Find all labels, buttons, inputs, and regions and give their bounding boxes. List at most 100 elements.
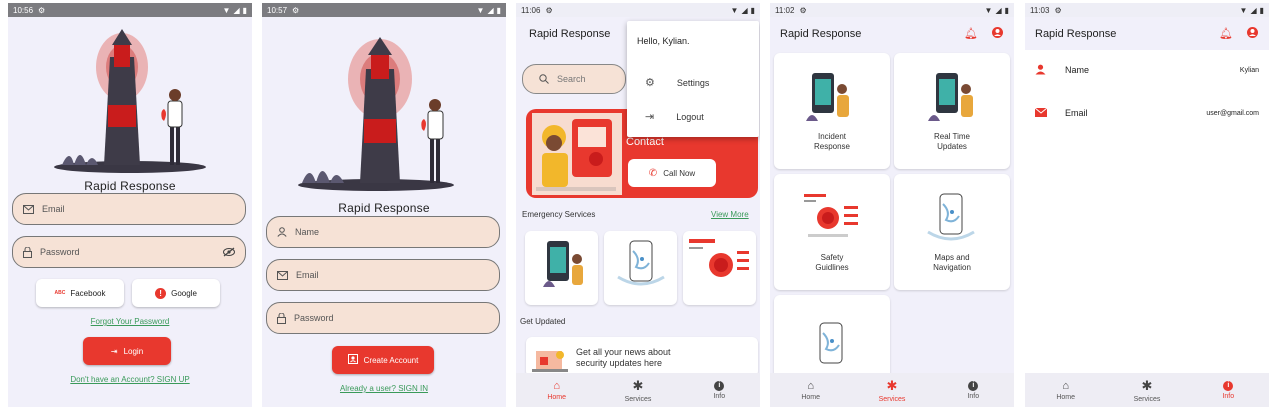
safety-guidelines-illustration — [804, 194, 858, 237]
google-label: Google — [171, 288, 197, 298]
person-icon — [277, 227, 287, 237]
facebook-button[interactable]: ABC Facebook — [36, 279, 124, 307]
call-now-button[interactable]: ✆ Call Now — [628, 159, 716, 187]
tile-incident-response[interactable]: Incident Response — [774, 53, 890, 169]
safety-guidelines-illustration — [689, 239, 749, 277]
bell-icon[interactable]: 🔔︎ — [1219, 27, 1233, 40]
search-placeholder: Search — [557, 74, 586, 84]
home-screen: 11:06 ⚙ ▼ ◢ ▮ Rapid Response Search Contact… — [516, 3, 760, 407]
logout-icon: ⇥ — [645, 111, 655, 123]
profile-email-value: user@gmail.com — [1206, 109, 1259, 117]
search-input[interactable]: Search — [522, 64, 626, 94]
menu-item-logout[interactable]: ⇥ Logout — [645, 110, 704, 123]
gear-icon: ⚙ — [38, 5, 46, 15]
status-time: 10:56 — [13, 5, 34, 15]
email-field[interactable]: Email — [12, 193, 246, 225]
profile-email-label: Email — [1065, 108, 1088, 118]
profile-menu: Hello, Kylian. ⚙ Settings ⇥ Logout — [627, 21, 759, 137]
phone-icon: ✆ — [648, 167, 658, 179]
menu-item-settings[interactable]: ⚙ Settings — [645, 76, 709, 89]
visibility-off-icon[interactable] — [223, 247, 235, 257]
status-bar: 11:06 ⚙ ▼ ◢ ▮ — [516, 3, 760, 17]
gear-icon: ⚙ — [545, 5, 553, 15]
account-icon[interactable] — [992, 27, 1003, 38]
nav-home[interactable]: ⌂ Home — [527, 380, 587, 401]
nav-services[interactable]: ✱ Services — [608, 378, 668, 403]
gear-icon: ⚙ — [292, 5, 300, 15]
battery-icon: ▮ — [1004, 5, 1009, 15]
wifi-icon: ▼ — [222, 5, 231, 15]
lock-icon — [23, 246, 32, 258]
nav-services[interactable]: ✱ Services — [862, 378, 922, 403]
tile-maps-navigation[interactable]: Maps and Navigation — [894, 174, 1010, 290]
nav-info-label: Info — [1222, 392, 1235, 400]
profile-email-row: Email user@gmail.com — [1025, 98, 1269, 128]
service-card[interactable] — [525, 231, 598, 305]
name-field[interactable]: Name — [266, 216, 500, 248]
service-card[interactable] — [683, 231, 756, 305]
facebook-label: Facebook — [70, 288, 106, 298]
email-placeholder: Email — [42, 204, 65, 214]
status-time: 11:02 — [775, 5, 795, 15]
nav-services-label: Services — [878, 395, 906, 403]
news-card[interactable]: Get all your news about security updates… — [526, 337, 758, 377]
profile-name-value: Kylian — [1239, 66, 1259, 74]
news-text-line1: Get all your news about — [576, 347, 671, 357]
wifi-icon: ▼ — [1239, 5, 1248, 15]
profile-name-label: Name — [1065, 65, 1090, 75]
contact-heading: Contact — [626, 136, 664, 148]
tile-label: Maps and Navigation — [933, 253, 971, 272]
battery-icon: ▮ — [1259, 5, 1264, 15]
person-icon — [1035, 64, 1049, 77]
password-placeholder: Password — [40, 247, 80, 257]
nav-home[interactable]: ⌂ Home — [1036, 380, 1096, 401]
tile-label: Incident Response — [813, 132, 851, 151]
nav-info[interactable]: i Info — [689, 380, 749, 400]
signal-icon: ◢ — [741, 5, 748, 15]
menu-settings-label: Settings — [676, 77, 710, 88]
service-card[interactable] — [604, 231, 677, 305]
signal-icon: ◢ — [233, 5, 240, 15]
asterisk-icon: ✱ — [632, 377, 644, 393]
signin-link[interactable]: Already a user? SIGN IN — [262, 384, 506, 393]
wifi-icon: ▼ — [730, 5, 739, 15]
password-field[interactable]: Password — [266, 302, 500, 334]
status-bar: 10:56 ⚙ ▼ ◢ ▮ — [8, 3, 252, 17]
email-field[interactable]: Email — [266, 259, 500, 291]
real-time-updates-illustration — [928, 73, 973, 121]
nav-info[interactable]: i Info — [943, 380, 1003, 400]
view-more-link[interactable]: View More — [711, 210, 749, 219]
app-title: Rapid Response — [1035, 28, 1117, 40]
menu-logout-label: Logout — [676, 111, 704, 122]
create-account-label: Create Account — [363, 355, 419, 365]
menu-greeting: Hello, Kylian. — [637, 36, 690, 46]
search-icon — [539, 74, 549, 84]
forgot-password-link[interactable]: Forgot Your Password — [8, 317, 252, 326]
home-icon: ⌂ — [1062, 379, 1069, 392]
account-icon[interactable] — [1247, 27, 1258, 38]
login-screen: 10:56 ⚙ ▼ ◢ ▮ Rapid Response Email Password… — [8, 3, 252, 407]
login-button[interactable]: ⇥ Login — [83, 337, 171, 365]
tile-label: Real Time Updates — [933, 132, 970, 151]
signup-link[interactable]: Don't have an Account? SIGN UP — [8, 375, 252, 384]
status-time: 10:57 — [267, 5, 288, 15]
create-account-button[interactable]: Create Account — [332, 346, 434, 374]
tile-real-time-updates[interactable]: Real Time Updates — [894, 53, 1010, 169]
google-button[interactable]: ! Google — [132, 279, 220, 307]
info-icon: i — [1223, 380, 1234, 391]
login-icon: ⇥ — [110, 346, 118, 356]
password-field[interactable]: Password — [12, 236, 246, 268]
bottom-nav: ⌂ Home ✱ Services i Info — [516, 373, 760, 407]
tile-safety-guidelines[interactable]: Safety Guidlines — [774, 174, 890, 290]
nav-home-label: Home — [1056, 393, 1075, 401]
emergency-services-label: Emergency Services — [522, 210, 596, 219]
signal-icon: ◢ — [487, 5, 494, 15]
nav-info[interactable]: i Info — [1198, 380, 1258, 400]
profile-name-row: Name Kylian — [1025, 55, 1269, 85]
bell-icon[interactable]: 🔔︎ — [964, 27, 978, 40]
app-brand: Rapid Response — [84, 179, 176, 193]
nav-home[interactable]: ⌂ Home — [781, 380, 841, 401]
nav-services[interactable]: ✱ Services — [1117, 378, 1177, 403]
nav-services-label: Services — [1133, 395, 1161, 403]
maps-illustration — [927, 193, 975, 241]
